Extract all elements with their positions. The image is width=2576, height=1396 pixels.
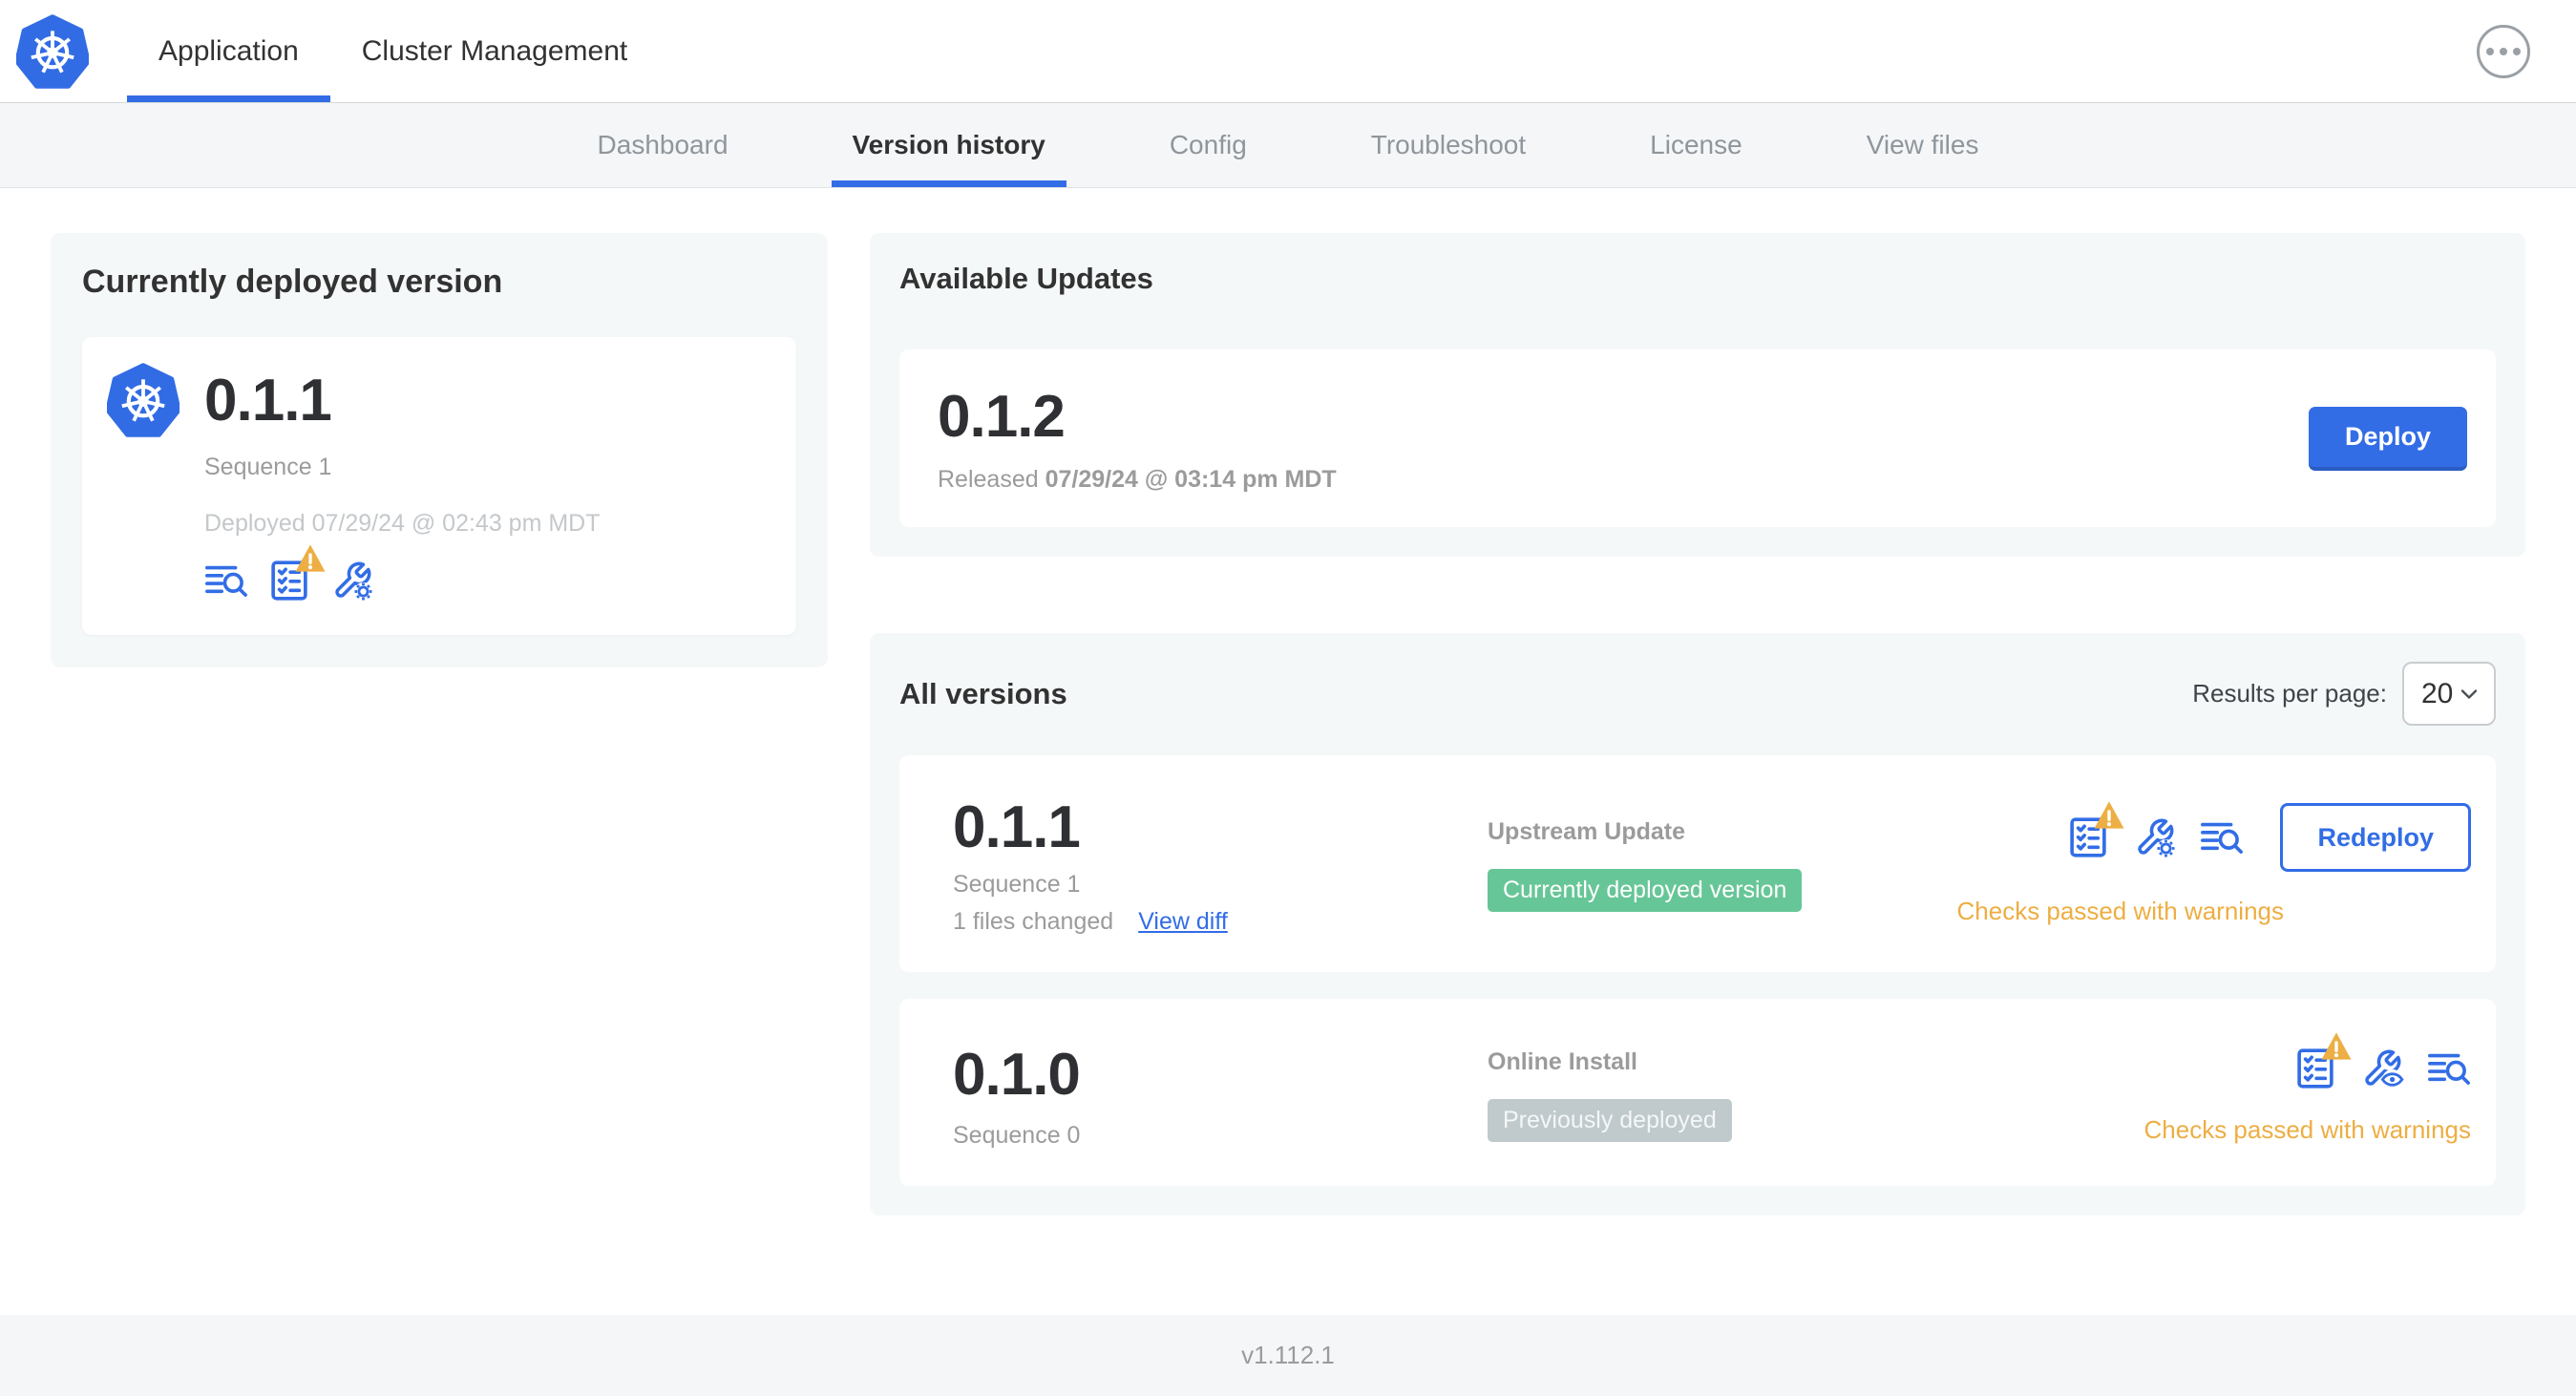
preflight-checks-icon[interactable] [2293,1030,2353,1090]
results-per-page-select[interactable]: 20 [2402,662,2496,726]
chevron-down-icon [2460,688,2478,699]
subnav-label-troubleshoot: Troubleshoot [1370,130,1527,159]
deployed-date-prefix: Deployed [204,510,306,537]
row-sequence-label: Sequence 0 [953,1122,1081,1149]
status-badge-currently-deployed: Currently deployed version [1488,868,1803,912]
app-footer: v1.112.1 [0,1315,2576,1396]
warning-triangle-icon [2320,1030,2353,1061]
currently-deployed-title: Currently deployed version [82,264,503,300]
edit-config-icon[interactable] [330,559,374,603]
view-logs-icon[interactable] [2200,815,2244,859]
app-logo [16,0,127,102]
subnav-label-dashboard: Dashboard [597,130,728,159]
available-updates-title: Available Updates [899,262,1153,295]
warning-triangle-icon [2093,800,2126,830]
released-prefix: Released [938,466,1039,493]
version-row-0-1-1: 0.1.1 Sequence 1 1 files changed View di… [899,755,2496,972]
top-navbar: Application Cluster Management [0,0,2576,103]
row-sequence-label: Sequence 1 [953,871,1081,898]
status-badge-previously-deployed: Previously deployed [1488,1099,1732,1142]
subnav-label-license: License [1650,130,1742,159]
edit-config-icon[interactable] [2133,815,2177,859]
subnav-item-license[interactable]: License [1608,103,1784,187]
deployed-date: Deployed 07/29/24 @ 02:43 pm MDT [204,510,770,538]
subnav-item-config[interactable]: Config [1128,103,1289,187]
ellipsis-icon [2486,47,2521,55]
redeploy-button[interactable]: Redeploy [2280,803,2471,872]
preflight-checks-status[interactable]: Checks passed with warnings [1957,897,2285,926]
version-history-page: Currently deployed version 0.1.1 Sequenc… [0,188,2576,1315]
warning-triangle-icon [294,543,327,573]
results-per-page-label: Results per page: [2192,679,2387,708]
view-logs-icon[interactable] [2427,1047,2471,1090]
row-version-number: 0.1.0 [953,1042,1081,1108]
tab-cluster-management[interactable]: Cluster Management [330,0,659,102]
available-updates-card: Available Updates 0.1.2 Released 07/29/2… [870,233,2525,557]
available-update-row: 0.1.2 Released 07/29/24 @ 03:14 pm MDT D… [899,349,2496,527]
app-icon [107,362,179,438]
deploy-button[interactable]: Deploy [2308,406,2467,471]
console-version: v1.112.1 [1241,1341,1335,1369]
row-version-number: 0.1.1 [953,794,1081,860]
deployed-date-value: 07/29/24 @ 02:43 pm MDT [311,510,601,537]
tab-application-label: Application [158,34,299,67]
kubernetes-logo-icon [16,12,89,91]
subnav-item-dashboard[interactable]: Dashboard [556,103,771,187]
app-subnav: Dashboard Version history Config Trouble… [0,103,2576,188]
preflight-checks-icon[interactable] [267,543,327,603]
version-source-label: Upstream Update [1488,817,1685,845]
preflight-checks-icon[interactable] [2066,800,2126,859]
released-date-value: 07/29/24 @ 03:14 pm MDT [1045,466,1337,493]
subnav-label-view-files: View files [1866,130,1979,159]
results-per-page-value: 20 [2421,677,2454,709]
preflight-checks-status[interactable]: Checks passed with warnings [2144,1115,2472,1145]
all-versions-title: All versions [899,676,1067,710]
tab-cluster-management-label: Cluster Management [361,34,628,67]
view-config-icon[interactable] [2360,1047,2404,1090]
subnav-label-config: Config [1169,130,1247,159]
update-released-date: Released 07/29/24 @ 03:14 pm MDT [938,466,1337,494]
subnav-label-version-history: Version history [852,130,1045,159]
update-version-number: 0.1.2 [938,384,1066,450]
subnav-item-view-files[interactable]: View files [1825,103,2021,187]
version-source-label: Online Install [1488,1048,1637,1075]
view-logs-icon[interactable] [204,559,248,603]
version-row-0-1-0: 0.1.0 Sequence 0 Online Install Previous… [899,999,2496,1186]
deployed-sequence-label: Sequence 1 [204,454,332,480]
currently-deployed-version-panel: 0.1.1 Sequence 1 Deployed 07/29/24 @ 02:… [82,337,796,635]
all-versions-card: All versions Results per page: 20 0.1.1 … [870,633,2525,1216]
subnav-item-version-history[interactable]: Version history [811,103,1087,187]
more-menu-button[interactable] [2477,24,2530,78]
currently-deployed-card: Currently deployed version 0.1.1 Sequenc… [51,233,828,667]
tab-application[interactable]: Application [127,0,330,102]
deployed-version-number: 0.1.1 [204,367,332,434]
files-changed-label: 1 files changed [953,908,1114,935]
view-diff-link[interactable]: View diff [1138,908,1228,936]
subnav-item-troubleshoot[interactable]: Troubleshoot [1329,103,1568,187]
